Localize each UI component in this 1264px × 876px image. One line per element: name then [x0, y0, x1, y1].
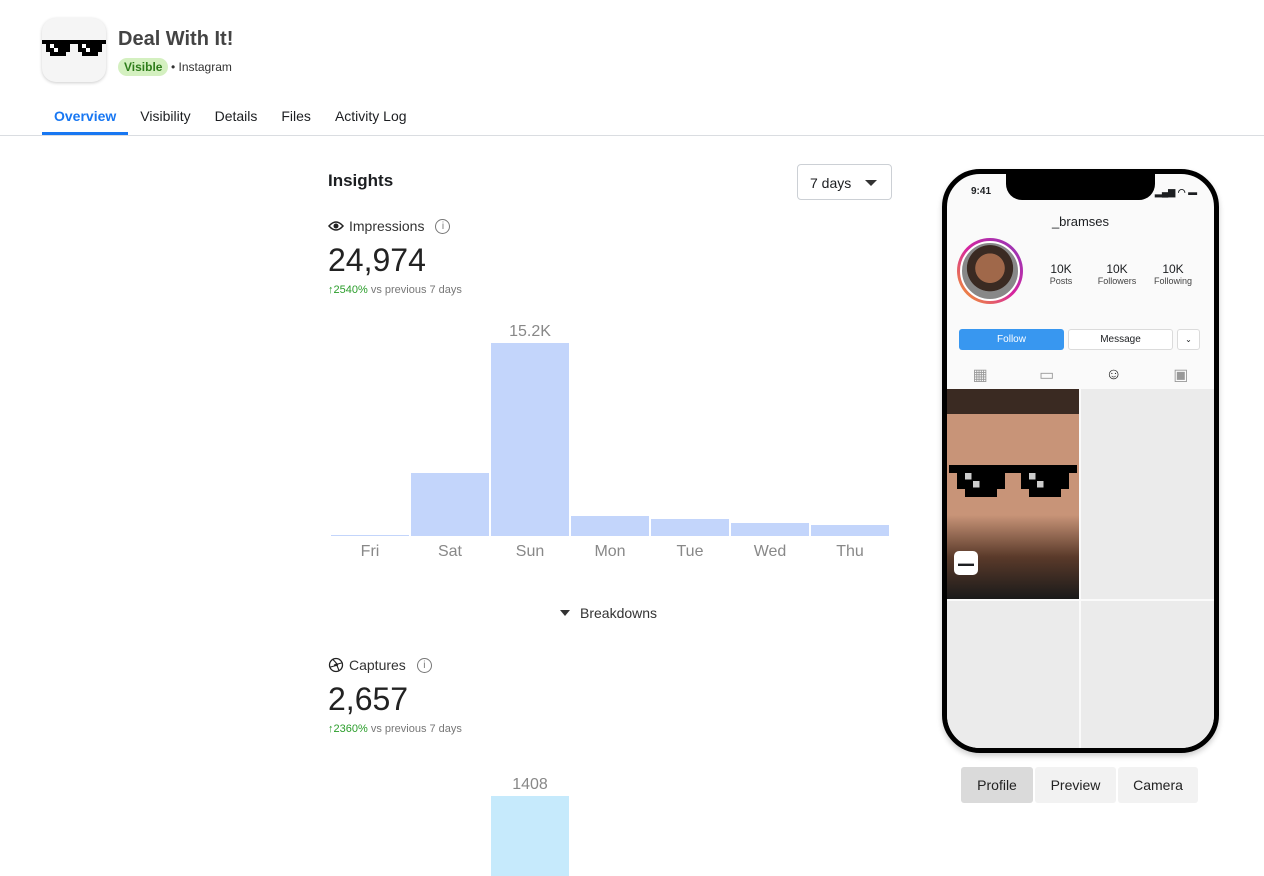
impressions-delta: ↑2540% vs previous 7 days — [328, 284, 462, 296]
captures-label: Captures i — [328, 657, 432, 673]
platform-label: • Instagram — [171, 60, 232, 74]
tab-activity-log[interactable]: Activity Log — [323, 96, 419, 135]
x-tick-label: Mon — [594, 543, 626, 560]
insights-title: Insights — [328, 171, 394, 190]
profile-tab-bar: ▦ ▭ ☺ ▣ — [947, 360, 1214, 390]
app-title: Deal With It! — [118, 28, 234, 50]
stat-following[interactable]: 10K Following — [1145, 262, 1201, 286]
bar-sat[interactable] — [411, 472, 489, 536]
x-tick-label: Wed — [753, 543, 787, 560]
x-tick-label: Sat — [437, 543, 462, 560]
pixel-sunglasses-icon — [949, 465, 1077, 497]
stat-label: Followers — [1097, 276, 1137, 286]
info-icon[interactable]: i — [416, 657, 432, 673]
tab-files[interactable]: Files — [269, 96, 323, 135]
breakdowns-toggle[interactable]: Breakdowns — [560, 605, 657, 621]
status-time: 9:41 — [971, 186, 992, 197]
impressions-chart: Fri Sat 15.2K Sun Mon Tue Wed Thu — [330, 300, 892, 570]
camera-tab[interactable]: Camera — [1118, 767, 1198, 803]
grid-icon[interactable]: ▦ — [973, 365, 988, 385]
x-tick-label: Sun — [515, 543, 545, 560]
tab-bar: Overview Visibility Details Files Activi… — [42, 96, 419, 135]
phone-preview: 9:41 ▂▄▆ ◠ ▬ _bramses 10K Posts 10K Followe… — [942, 169, 1219, 753]
bar-wed[interactable] — [731, 523, 809, 536]
captures-delta-percent: 2360% — [333, 723, 368, 735]
captures-delta-text: vs previous 7 days — [367, 723, 462, 735]
message-button[interactable]: Message — [1068, 329, 1173, 350]
date-range-select[interactable]: 7 days — [797, 164, 892, 200]
impressions-label: Impressions i — [328, 218, 451, 234]
tab-details[interactable]: Details — [203, 96, 270, 135]
x-tick-label: Fri — [360, 543, 380, 560]
x-tick-label: Tue — [676, 543, 704, 560]
aperture-icon — [328, 657, 344, 673]
captures-delta: ↑2360% vs previous 7 days — [328, 723, 462, 735]
stat-label: Following — [1153, 276, 1193, 286]
profile-tab[interactable]: Profile — [961, 767, 1033, 803]
caret-down-icon — [865, 180, 877, 186]
captures-value: 2,657 — [328, 681, 409, 717]
post-placeholder — [947, 601, 1079, 748]
igtv-icon[interactable]: ▭ — [1039, 365, 1054, 385]
avatar[interactable] — [957, 238, 1023, 304]
impressions-delta-text: vs previous 7 days — [367, 284, 462, 296]
bar-thu[interactable] — [811, 524, 889, 536]
data-label: 1408 — [512, 776, 548, 793]
bar-sun[interactable] — [491, 796, 569, 876]
status-icons: ▂▄▆ ◠ ▬ — [1155, 187, 1198, 197]
caret-down-icon — [560, 610, 570, 616]
captures-chart: 1408 — [330, 740, 892, 876]
stat-followers[interactable]: 10K Followers — [1089, 262, 1145, 286]
status-badge: Visible — [118, 58, 169, 76]
preview-mode-switcher: Profile Preview Camera — [961, 767, 1198, 803]
stat-label: Posts — [1049, 276, 1073, 286]
bar-sun[interactable] — [491, 343, 569, 536]
divider — [0, 135, 1264, 136]
impressions-value: 24,974 — [328, 242, 426, 278]
profile-stats: 10K Posts 10K Followers 10K Following — [1033, 262, 1201, 286]
data-label: 15.2K — [509, 323, 551, 340]
effects-icon[interactable]: ☺ — [1106, 366, 1122, 384]
tab-overview[interactable]: Overview — [42, 96, 129, 135]
captures-label-text: Captures — [349, 657, 406, 673]
stat-value: 10K — [1162, 262, 1184, 276]
phone-notch — [1006, 174, 1155, 200]
info-icon[interactable]: i — [435, 218, 451, 234]
bar-fri[interactable] — [331, 534, 409, 536]
post-placeholder — [1081, 389, 1214, 599]
profile-username: _bramses — [1051, 214, 1110, 229]
preview-tab[interactable]: Preview — [1035, 767, 1116, 803]
impressions-delta-percent: 2540% — [333, 284, 368, 296]
eye-icon — [328, 221, 344, 231]
avatar-image — [960, 241, 1020, 301]
date-range-value: 7 days — [810, 175, 852, 191]
stat-value: 10K — [1050, 262, 1072, 276]
x-tick-label: Thu — [836, 543, 864, 560]
breakdowns-label: Breakdowns — [580, 605, 658, 621]
stat-posts[interactable]: 10K Posts — [1033, 262, 1089, 286]
post-photo[interactable]: ▬▬ — [947, 389, 1079, 599]
pixel-sunglasses-icon — [42, 40, 106, 56]
follow-button[interactable]: Follow — [959, 329, 1064, 350]
tagged-icon[interactable]: ▣ — [1173, 365, 1188, 385]
impressions-label-text: Impressions — [349, 218, 425, 234]
tab-visibility[interactable]: Visibility — [128, 96, 202, 135]
app-icon — [42, 18, 106, 82]
post-placeholder — [1081, 601, 1214, 748]
chevron-down-icon[interactable]: ⌄ — [1177, 329, 1200, 350]
effect-badge-icon: ▬▬ — [954, 551, 978, 575]
bar-tue[interactable] — [651, 518, 729, 536]
bar-mon[interactable] — [571, 515, 649, 536]
stat-value: 10K — [1106, 262, 1128, 276]
